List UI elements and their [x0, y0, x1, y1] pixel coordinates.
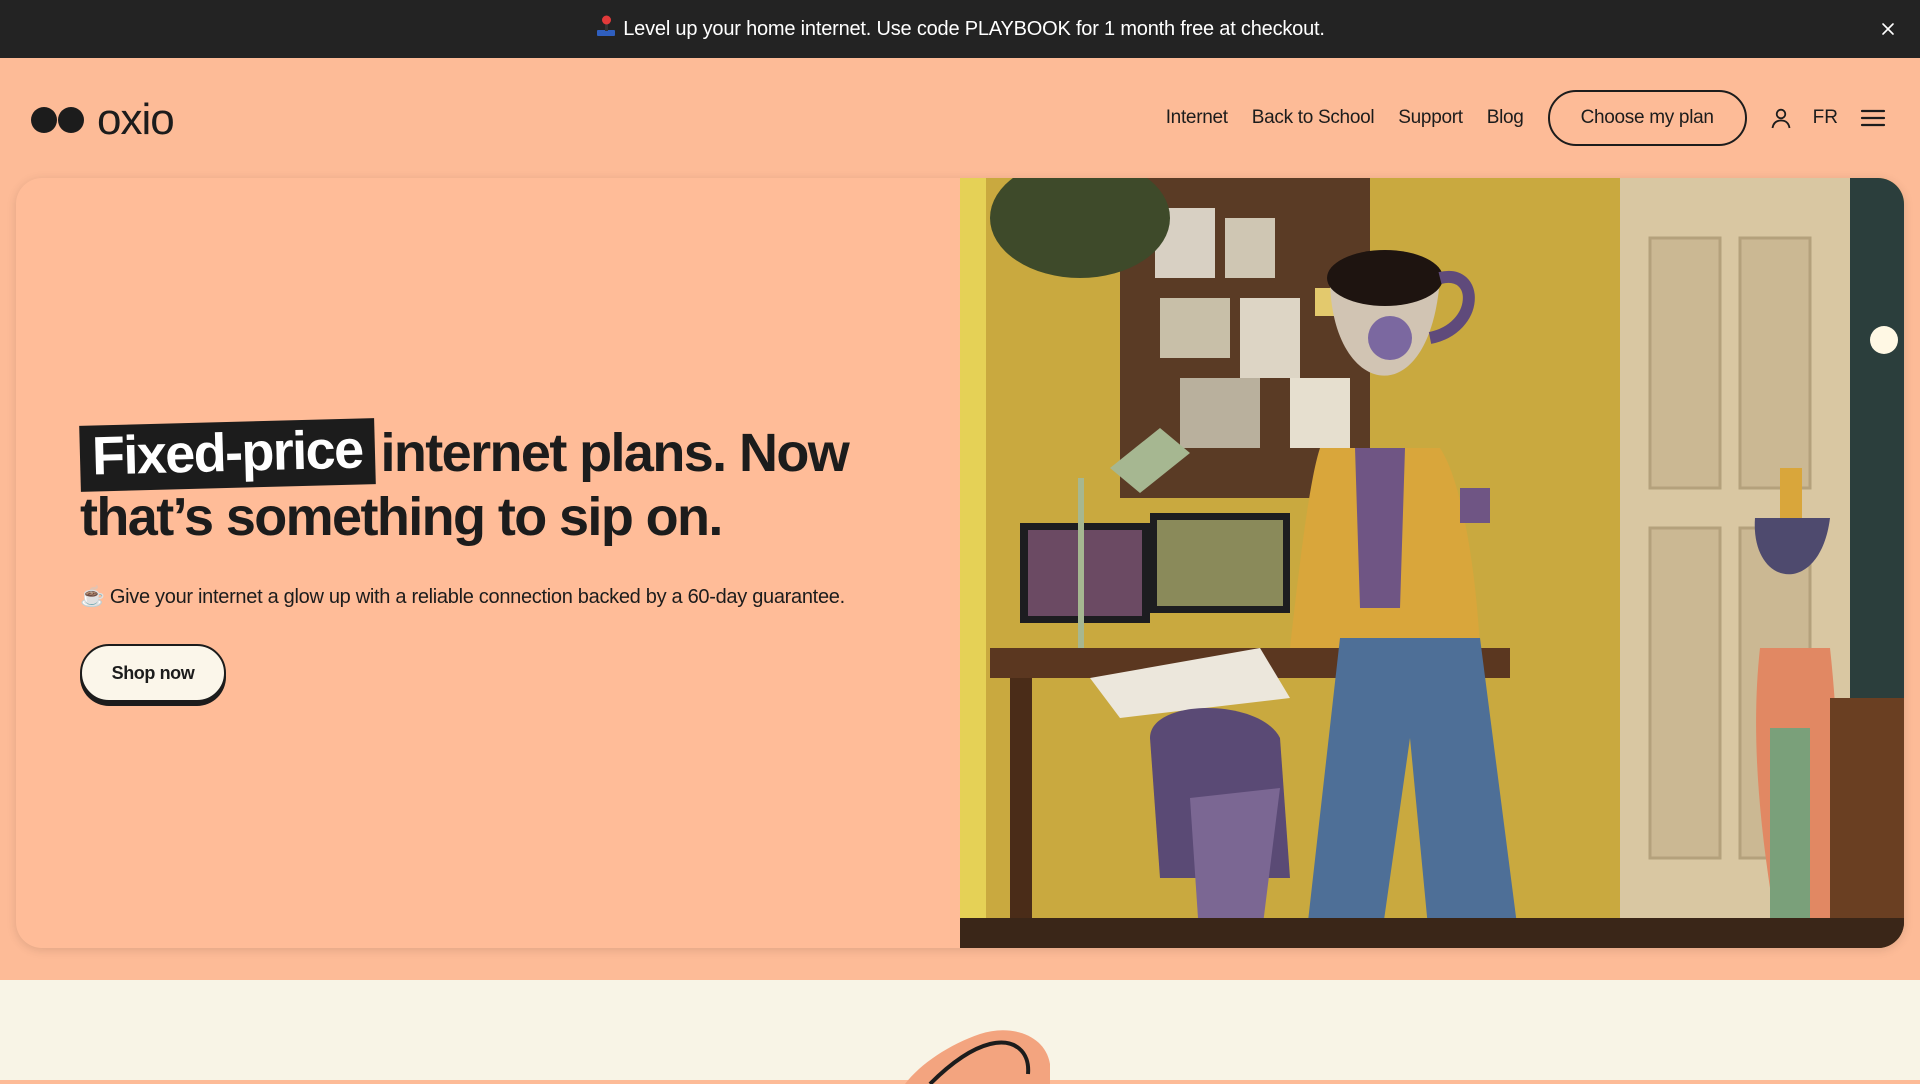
choose-my-plan-button[interactable]: Choose my plan [1547, 90, 1747, 146]
user-icon[interactable] [1769, 106, 1793, 130]
headline-highlight: Fixed-price [79, 418, 376, 492]
close-icon[interactable] [1878, 19, 1898, 39]
hero-subtext-text: Give your internet a glow up with a reli… [109, 586, 845, 608]
nav-support[interactable]: Support [1398, 107, 1463, 129]
headline-text-2: that’s something to sip on. [80, 487, 723, 547]
nav-back-to-school[interactable]: Back to School [1252, 107, 1375, 129]
hero-image [960, 178, 1904, 948]
announcement-text: Level up your home internet. Use code PL… [623, 17, 1325, 40]
hero-card: Fixed-price internet plans. Now that’s so… [16, 178, 1904, 948]
lower-section [0, 980, 1920, 1084]
oxio-logo[interactable]: oxio [31, 95, 175, 144]
joystick-icon [595, 15, 617, 43]
language-toggle[interactable]: FR [1813, 107, 1838, 129]
announcement-bar: Level up your home internet. Use code PL… [0, 0, 1920, 58]
hero-content: Fixed-price internet plans. Now that’s so… [16, 178, 960, 948]
nav-internet[interactable]: Internet [1166, 107, 1228, 129]
decorative-swirl-icon [905, 1030, 1050, 1084]
coffee-icon: ☕ [80, 586, 105, 608]
logo-mark-icon [31, 107, 85, 133]
headline-text-1: internet plans. Now [380, 423, 850, 483]
main-nav: Internet Back to School Support Blog Cho… [1142, 90, 1886, 146]
site-header: oxio Internet Back to School Support Blo… [0, 58, 1920, 178]
logo-text: oxio [97, 95, 175, 144]
shop-now-button[interactable]: Shop now [80, 644, 226, 702]
nav-blog[interactable]: Blog [1487, 107, 1524, 129]
hero-subtext: ☕ Give your internet a glow up with a re… [80, 584, 845, 609]
hero-headline: Fixed-price internet plans. Now that’s so… [79, 418, 880, 547]
hamburger-menu-icon[interactable] [1860, 107, 1886, 129]
